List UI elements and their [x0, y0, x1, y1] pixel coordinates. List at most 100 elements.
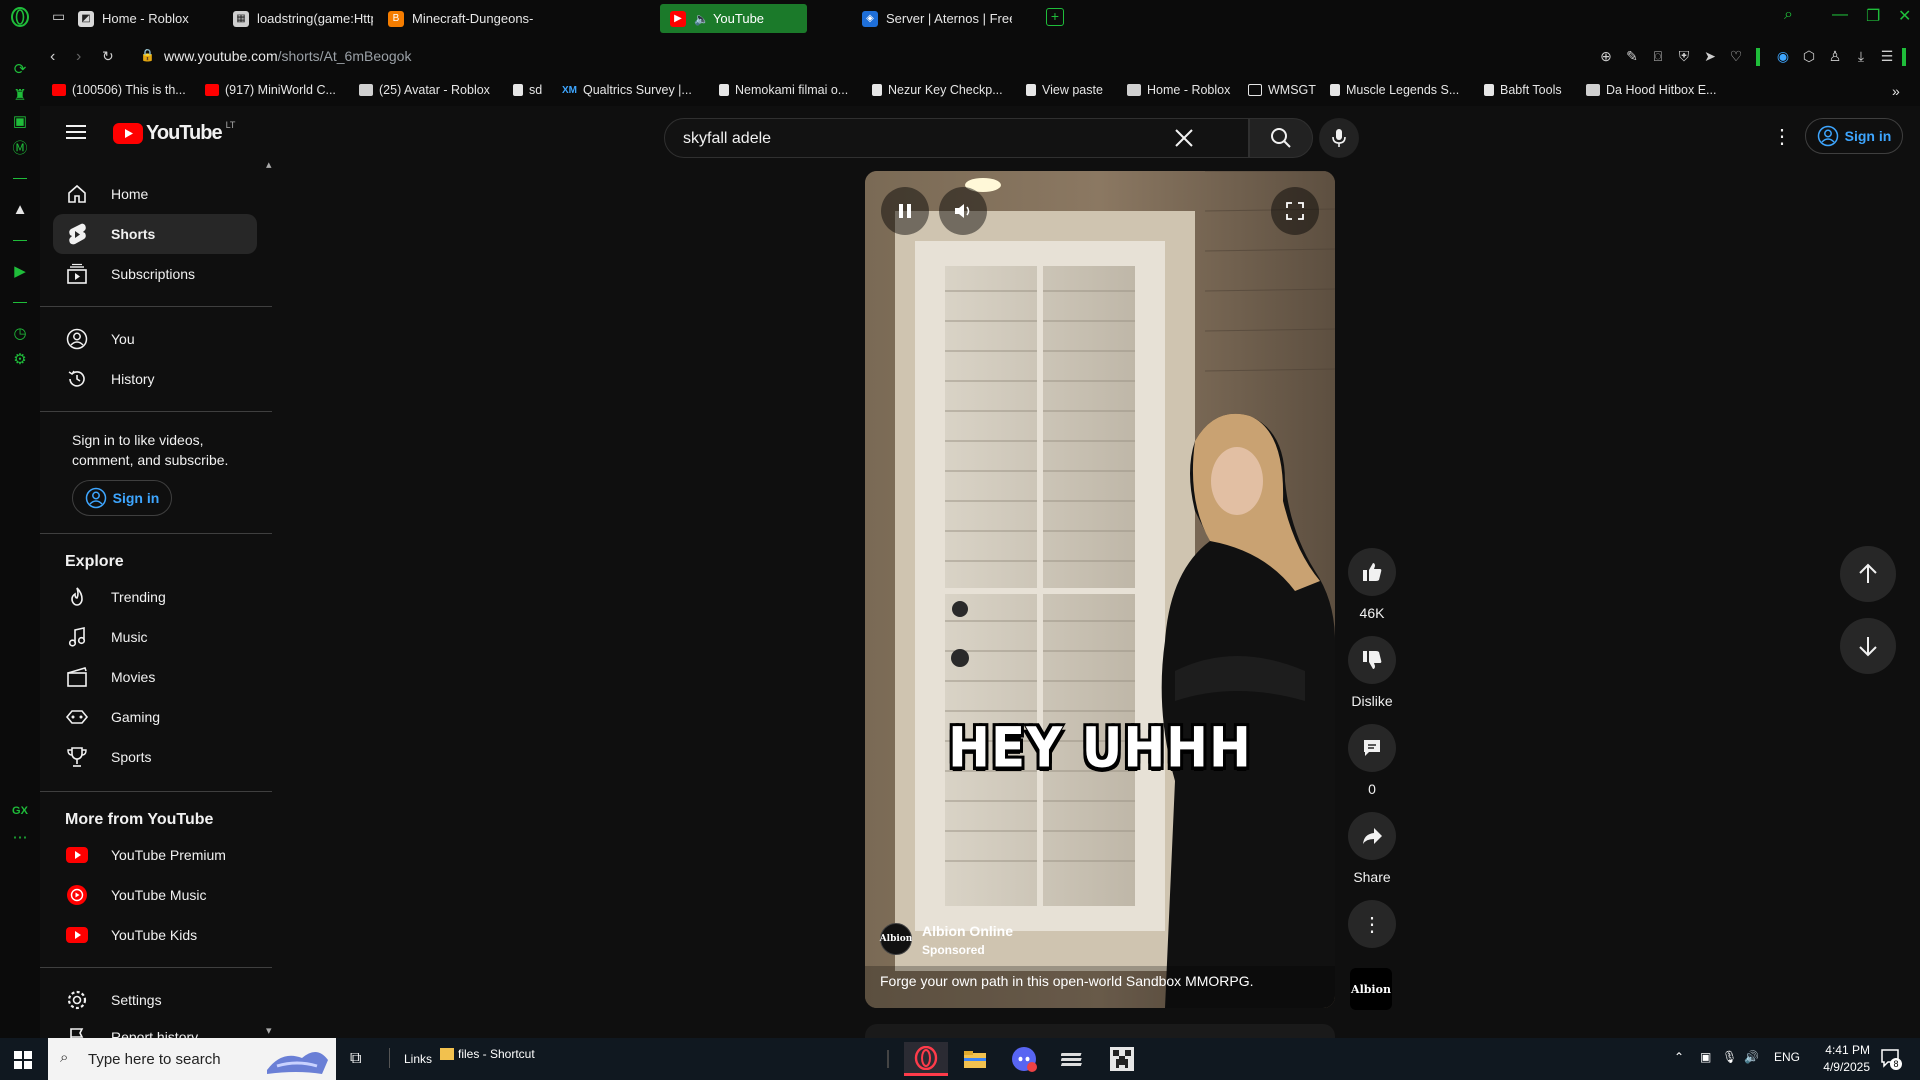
search-button[interactable] [1249, 118, 1313, 158]
tab-island-icon[interactable]: ▭ [52, 8, 65, 25]
notification-center-icon[interactable]: 8 [1880, 1048, 1902, 1073]
fullscreen-button[interactable] [1271, 187, 1319, 235]
search-input[interactable]: skyfall adele [664, 118, 1249, 158]
taskbar-search-input[interactable]: ⌕ Type here to search [48, 1038, 336, 1080]
url-field[interactable]: www.youtube.com/shorts/At_6mBeogok [164, 48, 411, 64]
back-icon[interactable]: ‹ [50, 48, 55, 66]
bookmark-item[interactable]: Nezur Key Checkp... [872, 83, 1003, 97]
taskbar-file-explorer[interactable] [953, 1042, 997, 1076]
tab-roblox-home[interactable]: ◩ Home - Roblox [68, 4, 218, 33]
more-sidebar-icon[interactable]: ⋯ [9, 826, 31, 848]
like-action[interactable]: 46K [1348, 548, 1396, 621]
volume-tray-icon[interactable]: 🔊 [1744, 1050, 1759, 1064]
scroll-up-icon[interactable]: ▴ [266, 162, 272, 171]
taskbar-opera-gx[interactable] [904, 1042, 948, 1076]
guide-item-gaming[interactable]: Gaming [53, 697, 257, 737]
guide-item-sports[interactable]: Sports [53, 737, 257, 777]
guide-item-shorts[interactable]: Shorts [53, 214, 257, 254]
settings-sidebar-icon[interactable]: ⚙ [9, 348, 31, 370]
tab-search-icon[interactable]: ⌕ [1784, 6, 1793, 24]
guide-item-movies[interactable]: Movies [53, 657, 257, 697]
taskbar-discord[interactable] [1002, 1042, 1046, 1076]
lock-icon[interactable]: 🔒 [140, 48, 155, 62]
bookmark-item[interactable]: Babft Tools [1484, 83, 1562, 97]
bookmark-item[interactable]: Muscle Legends S... [1330, 83, 1459, 97]
dislike-action[interactable]: Dislike [1348, 636, 1396, 709]
channel-logo-thumbnail[interactable]: Albion [1350, 968, 1392, 1010]
microphone-tray-icon[interactable]: 🎙 [1722, 1050, 1737, 1064]
bookmark-item[interactable]: View paste [1026, 83, 1103, 97]
tray-overflow-icon[interactable]: ⌃ [1674, 1050, 1684, 1064]
send-icon[interactable]: ➤ [1701, 48, 1719, 65]
links-toolbar[interactable]: Links [404, 1052, 432, 1066]
gx-mod-icon[interactable]: GX [9, 800, 31, 822]
download-icon[interactable]: ⤓ [1852, 48, 1870, 65]
guide-item-history[interactable]: History [53, 359, 257, 399]
comments-action[interactable]: 0 [1348, 724, 1396, 797]
files-shortcut[interactable]: files - Shortcut [440, 1047, 535, 1061]
share-button[interactable] [1348, 812, 1396, 860]
guide-item-youtube-music[interactable]: YouTube Music [53, 875, 257, 915]
bookmarks-overflow-icon[interactable]: » [1892, 83, 1900, 99]
windows-start-icon[interactable] [14, 1051, 32, 1074]
twitch-icon[interactable]: ▣ [9, 110, 31, 132]
channel-avatar[interactable]: Albion [880, 923, 912, 955]
guide-item-youtube-premium[interactable]: YouTube Premium [53, 835, 257, 875]
share-action[interactable]: Share [1348, 812, 1396, 885]
guide-item-settings[interactable]: Settings [53, 980, 257, 1020]
gx-aria-icon[interactable]: ▲ [9, 198, 31, 220]
sign-in-button[interactable]: Sign in [1805, 118, 1903, 154]
bookmark-item[interactable]: WMSGT [1248, 83, 1316, 97]
audio-playing-icon[interactable]: 🔈 [694, 12, 709, 26]
settings-menu-icon[interactable]: ⋮ [1772, 124, 1792, 149]
guide-item-report-history[interactable]: Report history [53, 1017, 257, 1038]
meet-now-icon[interactable]: ▣ [1700, 1050, 1711, 1064]
close-window-button[interactable]: ✕ [1898, 6, 1911, 26]
pause-button[interactable] [881, 187, 929, 235]
bookmark-item[interactable]: Nemokami filmai o... [719, 83, 848, 97]
guide-item-music[interactable]: Music [53, 617, 257, 657]
language-indicator[interactable]: ENG [1774, 1050, 1800, 1064]
maximize-button[interactable]: ❐ [1866, 6, 1880, 26]
clear-search-icon[interactable] [1173, 127, 1195, 154]
player-icon[interactable]: ▶ [9, 260, 31, 282]
guide-item-you[interactable]: You [53, 319, 257, 359]
previous-short-button[interactable] [1840, 546, 1896, 602]
minimize-button[interactable]: — [1832, 6, 1848, 24]
bookmark-item[interactable]: XM Qualtrics Survey |... [562, 83, 692, 97]
channel-name[interactable]: Albion Online [922, 923, 1013, 939]
bookmark-item[interactable]: Da Hood Hitbox E... [1586, 83, 1716, 97]
zoom-icon[interactable]: ⊕ [1597, 48, 1615, 65]
next-short-button[interactable] [1840, 618, 1896, 674]
like-button[interactable] [1348, 548, 1396, 596]
guide-menu-icon[interactable] [66, 124, 86, 145]
history-sidebar-icon[interactable]: ◷ [9, 322, 31, 344]
volume-button[interactable] [939, 187, 987, 235]
taskbar-app-stripes[interactable] [1051, 1042, 1095, 1076]
edit-icon[interactable]: ✎ [1623, 48, 1641, 65]
dislike-button[interactable] [1348, 636, 1396, 684]
guide-item-youtube-kids[interactable]: YouTube Kids [53, 915, 257, 955]
bookmark-item[interactable]: (25) Avatar - Roblox [359, 83, 490, 97]
guide-item-home[interactable]: Home [53, 174, 257, 214]
comments-button[interactable] [1348, 724, 1396, 772]
tab-aternos[interactable]: ◈ Server | Aternos | Free M [852, 4, 1012, 33]
scroll-down-icon[interactable]: ▾ [266, 1024, 272, 1037]
guide-sign-in-button[interactable]: Sign in [72, 480, 172, 516]
profile-icon[interactable]: ♙ [1826, 48, 1844, 65]
clock[interactable]: 4:41 PM 4/9/2025 [1812, 1042, 1870, 1076]
gx-control-icon[interactable]: ⟳ [9, 58, 31, 80]
easy-setup-icon[interactable]: ☰ [1878, 48, 1896, 65]
guide-item-trending[interactable]: Trending [53, 577, 257, 617]
opera-gx-logo-icon[interactable] [9, 6, 31, 28]
more-options-button[interactable]: ⋮ [1348, 900, 1396, 948]
extension-icon[interactable]: ◉ [1774, 48, 1792, 65]
reload-icon[interactable]: ↻ [102, 48, 114, 65]
taskbar-minecraft[interactable] [1100, 1042, 1144, 1076]
new-tab-button[interactable]: + [1046, 8, 1064, 26]
bookmark-item[interactable]: Home - Roblox [1127, 83, 1230, 97]
snapshot-icon[interactable]: ⌼ [1649, 48, 1667, 65]
bookmark-item[interactable]: sd [513, 83, 542, 97]
youtube-logo[interactable]: YouTube LT [113, 120, 235, 145]
tab-minecraft-dungeons[interactable]: B Minecraft-Dungeons-Ste [378, 4, 533, 33]
